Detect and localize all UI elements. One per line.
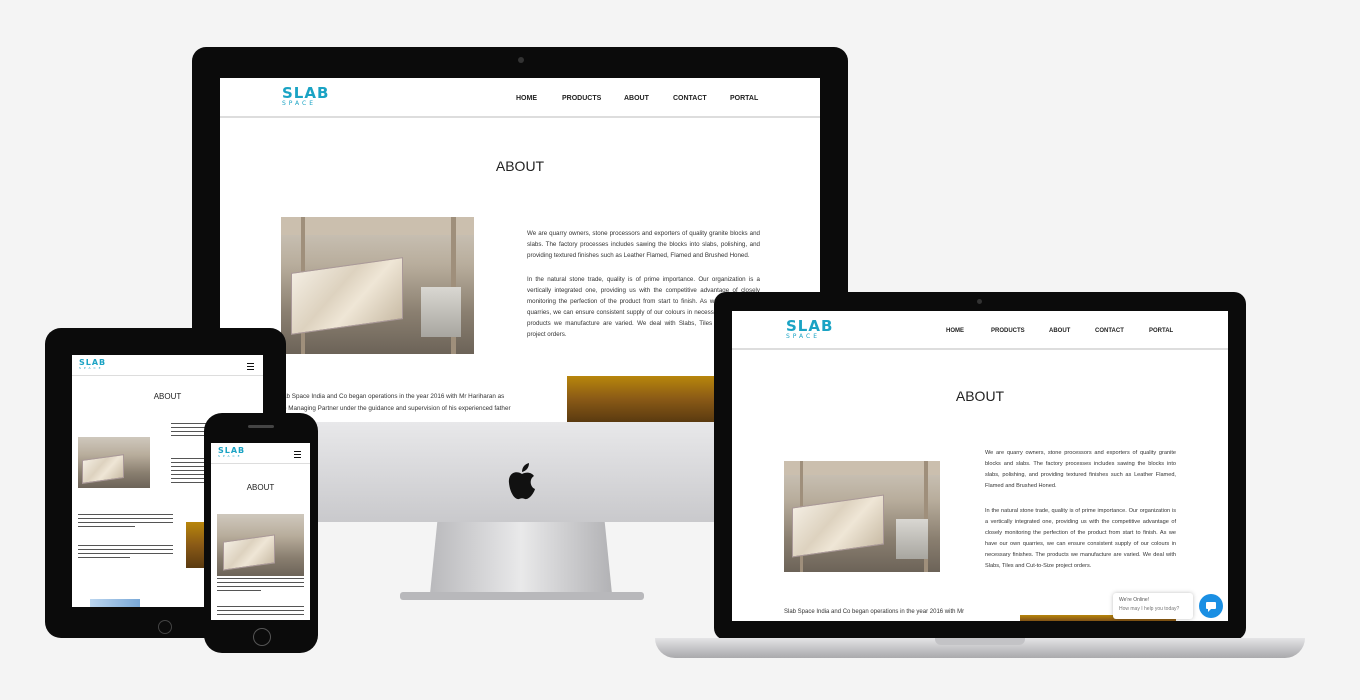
nav-portal[interactable]: PORTAL: [730, 95, 758, 102]
tablet-navbar: SLAB SPACE: [72, 355, 263, 376]
about-para-2: In the natural stone trade, quality is o…: [985, 508, 1176, 569]
nav-home[interactable]: HOME: [516, 95, 537, 102]
laptop-logo[interactable]: SLAB SPACE: [786, 319, 833, 340]
laptop-navbar: SLAB SPACE HOME PRODUCTS ABOUT CONTACT P…: [732, 311, 1228, 350]
nav-about[interactable]: ABOUT: [624, 95, 649, 102]
laptop-screen: SLAB SPACE HOME PRODUCTS ABOUT CONTACT P…: [732, 311, 1228, 621]
chat-icon[interactable]: [1199, 594, 1223, 618]
menu-icon[interactable]: [294, 451, 301, 458]
factory-photo: [281, 217, 474, 354]
factory-photo: [78, 437, 150, 488]
laptop-notch: [935, 638, 1025, 645]
imac-logo[interactable]: SLAB SPACE: [282, 86, 329, 107]
imac-foot: [400, 592, 644, 600]
nav-products[interactable]: PRODUCTS: [562, 95, 601, 102]
about-para-4-lines: [78, 545, 173, 561]
page-title: ABOUT: [495, 158, 545, 174]
imac-navbar: SLAB SPACE HOME PRODUCTS ABOUT CONTACT P…: [220, 78, 820, 118]
chat-bubble[interactable]: We're Online! How may I help you today?: [1113, 593, 1193, 619]
hero-strip: [90, 599, 140, 607]
tablet-logo[interactable]: SLAB SPACE: [79, 359, 106, 370]
chat-line-1: We're Online!: [1119, 597, 1150, 603]
apple-logo-icon: [506, 462, 538, 502]
about-para-3b: e Managing Partner under the guidance an…: [283, 405, 511, 412]
about-para-1: We are quarry owners, stone processors a…: [527, 230, 760, 259]
workers-photo: [567, 376, 717, 422]
page-title: ABOUT: [246, 483, 275, 492]
phone-logo[interactable]: SLAB SPACE: [218, 447, 245, 458]
tablet-home-button: [158, 620, 172, 634]
laptop-camera: [977, 299, 982, 304]
page-title: ABOUT: [153, 392, 182, 401]
nav-contact[interactable]: CONTACT: [673, 95, 707, 102]
about-para-3: Slab Space India and Co began operations…: [784, 609, 965, 615]
about-para-1-lines: [217, 578, 304, 594]
phone-screen: SLAB SPACE ABOUT: [211, 443, 310, 620]
nav-home[interactable]: HOME: [946, 328, 964, 334]
about-para-1: We are quarry owners, stone processors a…: [985, 450, 1176, 489]
imac-camera: [518, 57, 524, 63]
page-title: ABOUT: [955, 388, 1005, 404]
menu-icon[interactable]: [247, 363, 254, 370]
chat-line-2: How may I help you today?: [1119, 606, 1180, 612]
logo-tagline: SPACE: [79, 366, 104, 370]
nav-products[interactable]: PRODUCTS: [991, 328, 1025, 334]
logo-tagline: SPACE: [218, 454, 243, 458]
about-para-3a: ab Space India and Co began operations i…: [283, 393, 505, 400]
phone-navbar: SLAB SPACE: [211, 443, 310, 464]
nav-portal[interactable]: PORTAL: [1149, 328, 1173, 334]
factory-photo: [217, 514, 304, 576]
nav-about[interactable]: ABOUT: [1049, 328, 1070, 334]
factory-photo: [784, 461, 940, 572]
phone-home-button: [253, 628, 271, 646]
about-para-3-lines: [78, 514, 173, 530]
about-para-2-lines: [217, 606, 304, 618]
nav-contact[interactable]: CONTACT: [1095, 328, 1124, 334]
phone-speaker: [248, 425, 274, 428]
imac-stand: [430, 522, 612, 594]
